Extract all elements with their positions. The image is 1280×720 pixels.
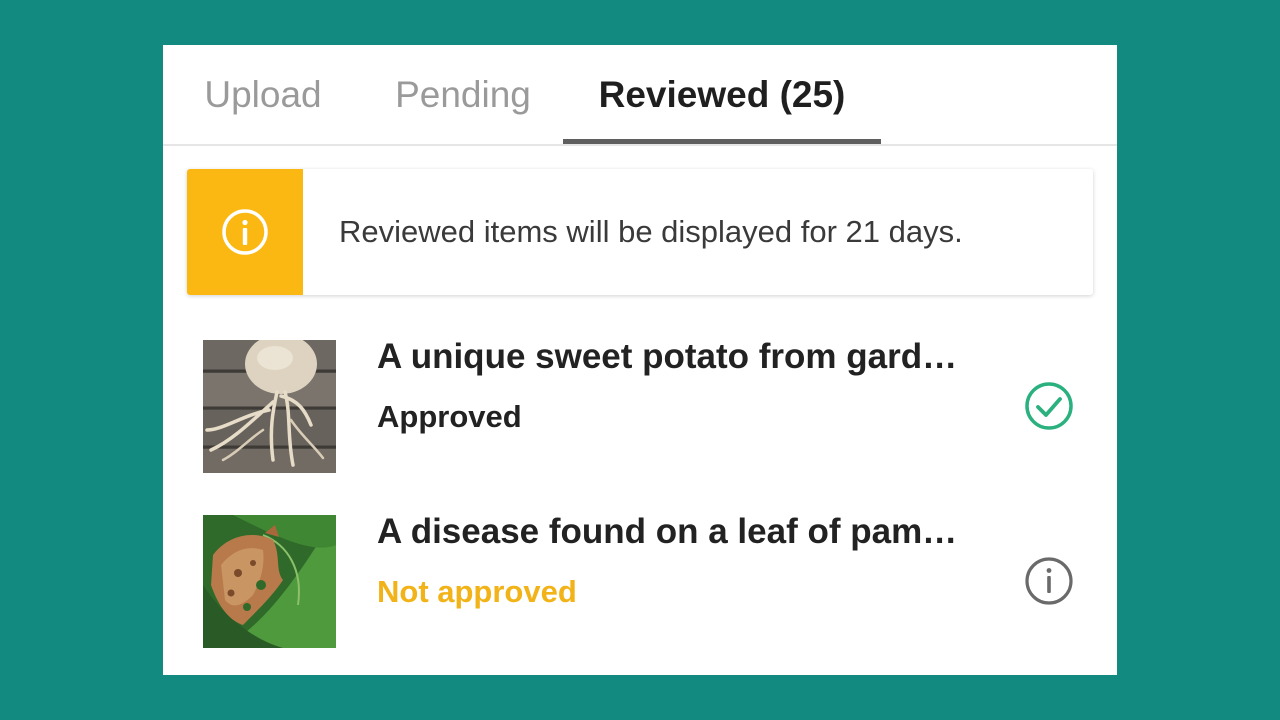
list-item[interactable]: A unique sweet potato from gard… Approve… [163, 337, 1117, 477]
list-item[interactable]: A disease found on a leaf of pam… Not ap… [163, 512, 1117, 652]
item-title: A disease found on a leaf of pam… [377, 512, 958, 551]
tab-reviewed[interactable]: Reviewed (25) [563, 45, 881, 144]
info-notice: Reviewed items will be displayed for 21 … [187, 169, 1093, 295]
info-icon [222, 209, 268, 255]
notice-accent-bar [187, 169, 303, 295]
item-status: Not approved [377, 574, 577, 609]
tab-bar: Upload Pending Reviewed (25) [163, 45, 1117, 146]
tab-pending[interactable]: Pending [375, 45, 551, 144]
notice-text: Reviewed items will be displayed for 21 … [339, 214, 963, 249]
item-title: A unique sweet potato from gard… [377, 337, 958, 376]
info-circle-icon[interactable] [1023, 555, 1075, 607]
item-status: Approved [377, 399, 522, 434]
diseased-leaf-thumbnail[interactable] [203, 515, 336, 648]
check-circle-icon[interactable] [1023, 380, 1075, 432]
reviewed-panel: Upload Pending Reviewed (25) Reviewed it… [163, 45, 1117, 675]
tab-upload[interactable]: Upload [183, 45, 343, 144]
sweet-potato-thumbnail[interactable] [203, 340, 336, 473]
active-tab-indicator [563, 139, 881, 144]
